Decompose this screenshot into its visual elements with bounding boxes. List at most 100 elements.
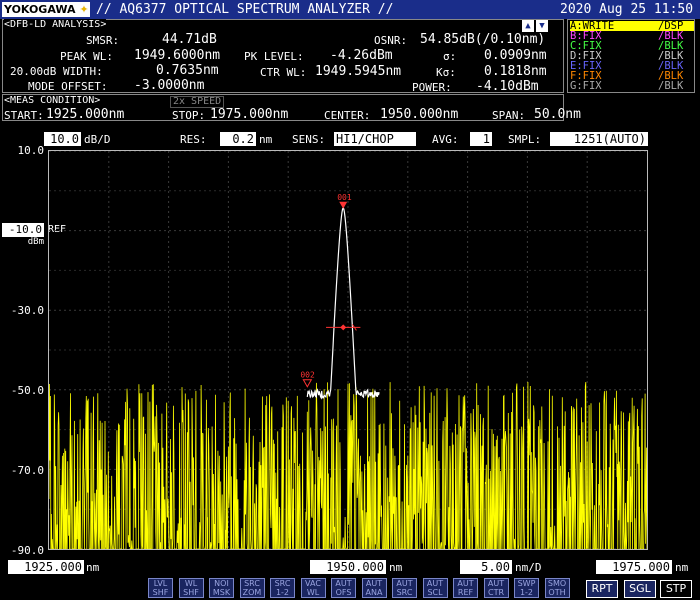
- button-line-2: SRC: [396, 588, 413, 597]
- ksigma-label: Kσ:: [436, 66, 456, 79]
- trace-list: A:WRITE/DSP B:FIX/BLK C:FIX/BLK D:FIX/BLK E:…: [570, 21, 694, 91]
- function-button-aut-ana[interactable]: AUT ANA: [361, 578, 387, 598]
- brand-logo: YOKOGAWA ✦: [2, 2, 90, 17]
- avg-field[interactable]: 1: [470, 132, 492, 146]
- mode-offset-label: MODE OFFSET:: [28, 80, 108, 93]
- peak-wl-label: PEAK WL:: [60, 50, 113, 63]
- res-field[interactable]: 0.2: [220, 132, 256, 146]
- button-line-1: SMO: [547, 579, 567, 588]
- spectrum-chart: 001 002: [49, 151, 647, 549]
- pk-level-label: PK LEVEL:: [244, 50, 304, 63]
- analysis-title: <DFB-LD ANALYSIS>: [4, 19, 107, 30]
- scroll-up-icon[interactable]: ▲: [522, 20, 534, 32]
- function-button-aut-scl[interactable]: AUT SCL: [422, 578, 448, 598]
- noise-trace: [49, 381, 647, 549]
- button-line-2: ZOM: [242, 588, 262, 597]
- button-line-1: SRC: [244, 579, 260, 588]
- smpl-field[interactable]: 1251(AUTO): [550, 132, 648, 146]
- button-line-1: SWP: [517, 579, 536, 588]
- function-button-noi-msk[interactable]: NOI MSK: [209, 578, 234, 598]
- span-value: 50.0nm: [534, 107, 581, 122]
- y-unit: dBm: [27, 237, 44, 247]
- y-tick: -30.0: [10, 304, 44, 317]
- function-button-src-zom[interactable]: SRC ZOM: [239, 578, 265, 598]
- app-title: // AQ6377 OPTICAL SPECTRUM ANALYZER //: [96, 2, 394, 17]
- function-button-src-1-2[interactable]: SRC 1-2: [270, 578, 295, 598]
- x-start-field[interactable]: 1925.000: [8, 560, 84, 574]
- button-line-2: OFS: [335, 588, 352, 597]
- sens-label: SENS:: [292, 133, 326, 146]
- res-label: RES:: [180, 133, 207, 146]
- function-button-lvl-shf[interactable]: LVL SHF: [148, 578, 173, 598]
- osnr-label: OSNR:: [374, 34, 408, 47]
- x-start-unit: nm: [86, 561, 100, 574]
- stop-sweep-button[interactable]: STP: [660, 580, 692, 598]
- peak-marker-label: 001: [337, 193, 352, 202]
- sens-field[interactable]: HI1/CHOP: [334, 132, 416, 146]
- ctr-wl-value: 1949.5945nm: [315, 64, 402, 79]
- function-button-aut-ofs[interactable]: AUT OFS: [331, 578, 356, 598]
- peak-trace: [306, 206, 380, 400]
- y-tick: -70.0: [10, 464, 44, 477]
- width-value: 0.7635nm: [156, 63, 219, 78]
- button-line-2: MSK: [212, 588, 231, 597]
- mode-marker-label: 002: [300, 371, 315, 380]
- smsr-value: 44.71dB: [162, 32, 217, 47]
- x-center-field[interactable]: 1950.000: [310, 560, 386, 574]
- button-line-2: ANA: [365, 588, 383, 597]
- function-button-smo-oth[interactable]: SMO OTH: [544, 578, 570, 598]
- function-button-aut-ref[interactable]: AUT REF: [453, 578, 478, 598]
- button-line-1: AUT: [335, 579, 352, 588]
- button-line-2: REF: [457, 588, 474, 597]
- scale-unit: dB/D: [84, 133, 111, 146]
- avg-label: AVG:: [432, 133, 459, 146]
- function-button-aut-src[interactable]: AUT SRC: [392, 578, 417, 598]
- function-button-vac-wl[interactable]: VAC WL: [300, 578, 326, 598]
- peak-wl-value: 1949.6000nm: [134, 48, 221, 63]
- center-label: CENTER:: [324, 109, 371, 122]
- button-line-1: WL: [184, 579, 198, 588]
- mode-marker-icon: [302, 379, 313, 388]
- x-stop-unit: nm: [675, 561, 689, 574]
- trace-mode: /BLK: [658, 80, 684, 92]
- button-line-1: NOI: [214, 579, 229, 588]
- x-stop-field[interactable]: 1975.000: [596, 560, 672, 574]
- button-line-2: CTR: [487, 588, 505, 597]
- x-perdiv-field[interactable]: 5.00: [460, 560, 512, 574]
- button-line-1: AUT: [426, 579, 444, 588]
- y-tick: -90.0: [10, 544, 44, 557]
- button-line-1: LVL: [153, 579, 168, 588]
- function-button-swp-1-2[interactable]: SWP 1-2: [514, 578, 539, 598]
- single-sweep-button[interactable]: SGL: [624, 580, 656, 598]
- trace-name: G:FIX: [570, 80, 602, 92]
- button-line-1: AUT: [457, 579, 474, 588]
- button-line-2: SHF: [152, 588, 169, 597]
- scroll-down-icon[interactable]: ▼: [536, 20, 548, 32]
- date-time: 2020 Aug 25 11:50: [560, 2, 694, 17]
- width-center-icon: [340, 324, 347, 331]
- function-button-aut-ctr[interactable]: AUT CTR: [483, 578, 509, 598]
- button-line-1: AUT: [487, 579, 505, 588]
- osnr-value: 54.85dB(/0.10nm): [420, 32, 546, 47]
- width-label: 20.00dB WIDTH:: [10, 65, 103, 78]
- meas-title: <MEAS CONDITION>: [4, 95, 101, 106]
- span-label: SPAN:: [492, 109, 526, 122]
- trace-item[interactable]: G:FIX/BLK: [570, 80, 694, 92]
- smpl-label: SMPL:: [508, 133, 542, 146]
- button-line-1: VAC: [305, 579, 321, 588]
- button-line-2: OTH: [548, 588, 566, 597]
- function-button-wl-shf[interactable]: WL SHF: [178, 578, 204, 598]
- y-tick: -50.0: [10, 384, 44, 397]
- scale-field[interactable]: 10.0: [44, 132, 81, 146]
- res-unit: nm: [259, 133, 273, 146]
- button-line-2: 1-2: [519, 588, 534, 597]
- ref-level-field[interactable]: -10.0: [2, 223, 44, 237]
- y-tick-top: 10.0: [17, 144, 45, 157]
- sigma-value: 0.0909nm: [484, 48, 547, 63]
- function-button-row: LVL SHF WL SHF NOI MSK SRC ZOM SRC 1-2 VAC WL AUT OFS…: [148, 578, 578, 598]
- x-center-unit: nm: [389, 561, 403, 574]
- repeat-sweep-button[interactable]: RPT: [586, 580, 618, 598]
- spectrum-plot[interactable]: 001 002: [48, 150, 648, 550]
- button-line-1: AUT: [396, 579, 413, 588]
- pk-level-value: -4.26dBm: [330, 48, 393, 63]
